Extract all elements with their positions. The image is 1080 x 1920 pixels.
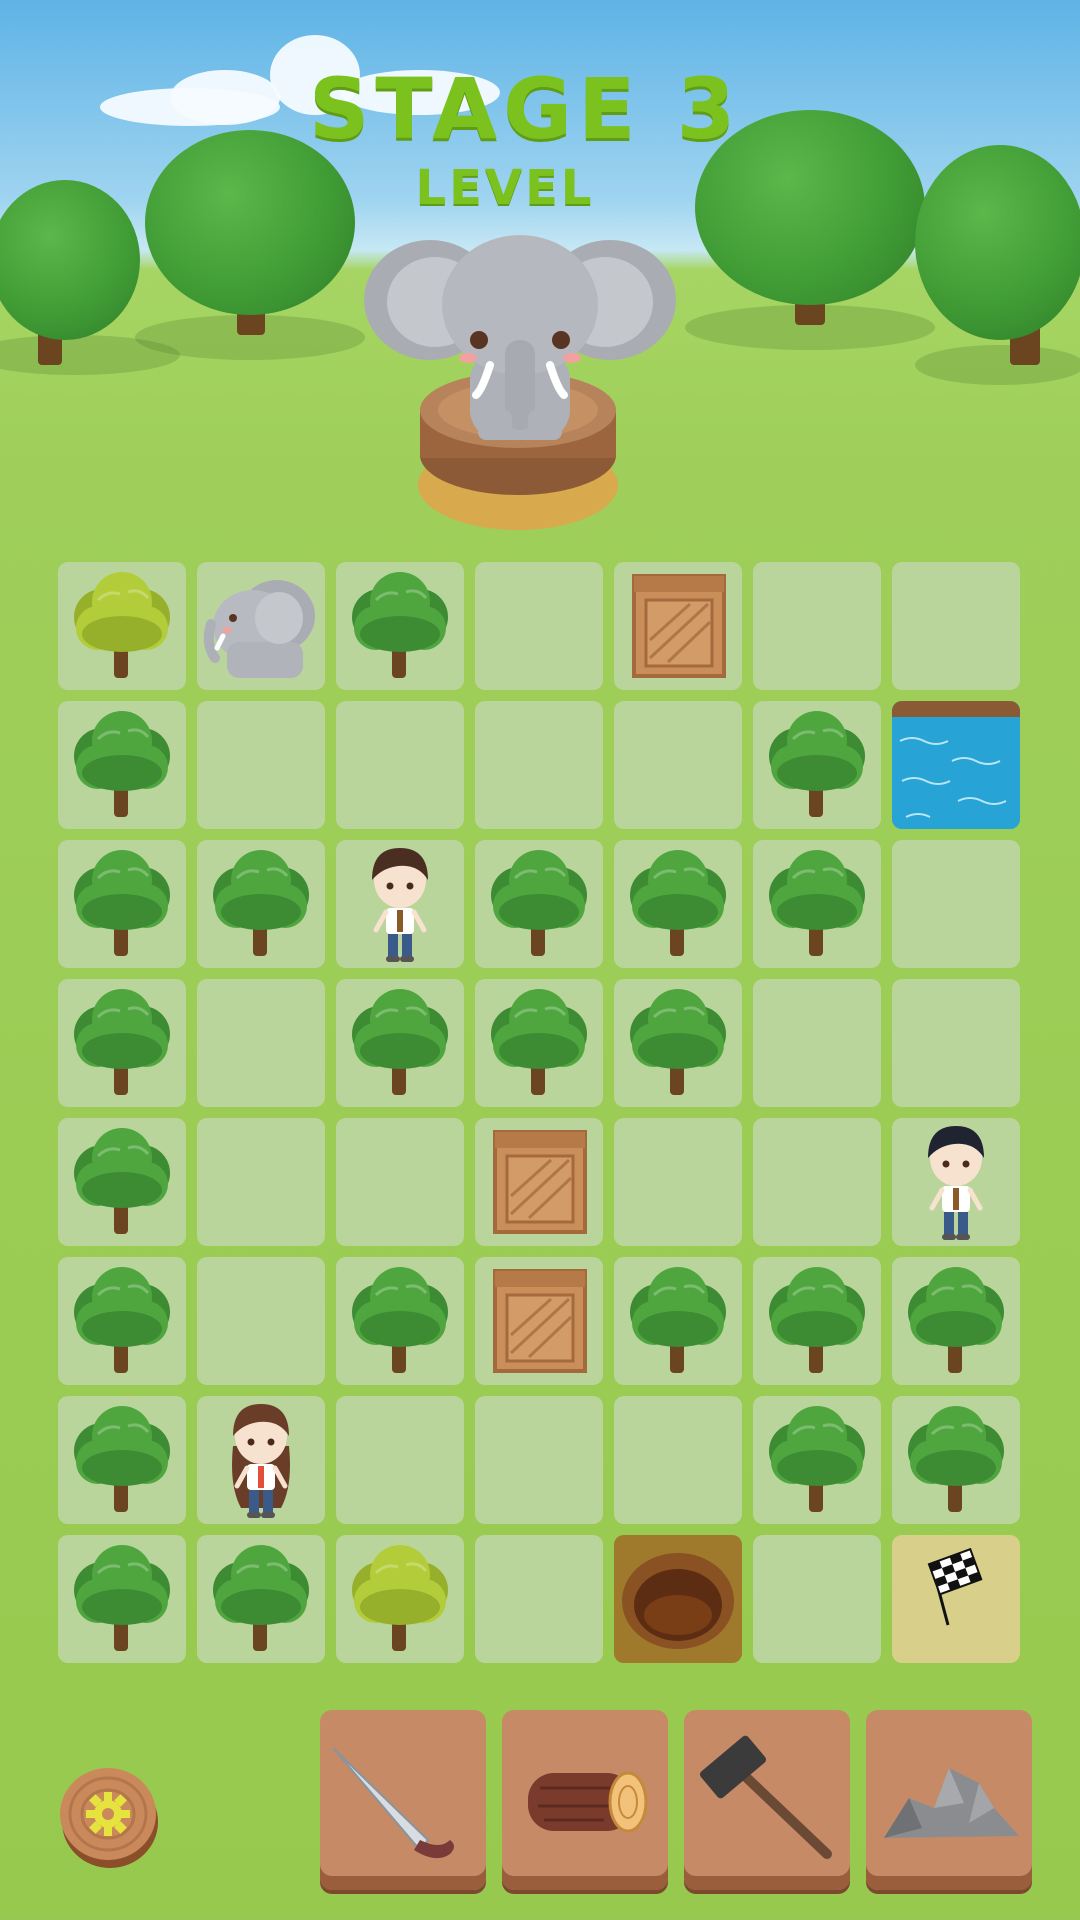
- tool-rocks-button[interactable]: [866, 1710, 1032, 1890]
- rocks-icon: [884, 1768, 1019, 1838]
- board-cell-r2-c5[interactable]: [614, 701, 742, 829]
- board-cell-r6-c2[interactable]: [197, 1257, 325, 1385]
- board-cell-r5-c5[interactable]: [614, 1118, 742, 1246]
- board-cell-r6-c5[interactable]: [614, 1257, 742, 1385]
- board-cell-r1-c7[interactable]: [892, 562, 1020, 690]
- board-cell-r8-c5[interactable]: [614, 1535, 742, 1663]
- board-cell-r3-c3[interactable]: [336, 840, 464, 968]
- elephant-on-pedestal-icon: [360, 230, 680, 540]
- board-cell-r2-c4[interactable]: [475, 701, 603, 829]
- board-cell-r1-c2[interactable]: [197, 562, 325, 690]
- board-cell-r7-c3[interactable]: [336, 1396, 464, 1524]
- machete-icon: [332, 1747, 454, 1859]
- board-cell-r5-c1[interactable]: [58, 1118, 186, 1246]
- board-cell-r7-c1[interactable]: [58, 1396, 186, 1524]
- board-cell-r3-c1[interactable]: [58, 840, 186, 968]
- board-cell-r8-c4[interactable]: [475, 1535, 603, 1663]
- stage-title: STAGE 3: [308, 60, 742, 158]
- board-cell-r8-c7[interactable]: [892, 1535, 1020, 1663]
- board-cell-r8-c3[interactable]: [336, 1535, 464, 1663]
- board-cell-r1-c4[interactable]: [475, 562, 603, 690]
- board-cell-r6-c1[interactable]: [58, 1257, 186, 1385]
- board-cell-r3-c5[interactable]: [614, 840, 742, 968]
- board-cell-r1-c3[interactable]: [336, 562, 464, 690]
- board-cell-r6-c3[interactable]: [336, 1257, 464, 1385]
- board-cell-r5-c3[interactable]: [336, 1118, 464, 1246]
- board-cell-r7-c2[interactable]: [197, 1396, 325, 1524]
- level-label: LEVEL: [415, 160, 595, 216]
- board-cell-r2-c2[interactable]: [197, 701, 325, 829]
- board-cell-r3-c2[interactable]: [197, 840, 325, 968]
- board-cell-r2-c7[interactable]: [892, 701, 1020, 829]
- settings-button[interactable]: [58, 1762, 160, 1870]
- tool-machete-button[interactable]: [320, 1710, 486, 1890]
- board-cell-r5-c2[interactable]: [197, 1118, 325, 1246]
- board-cell-r4-c1[interactable]: [58, 979, 186, 1107]
- board-cell-r7-c5[interactable]: [614, 1396, 742, 1524]
- board-cell-r7-c6[interactable]: [753, 1396, 881, 1524]
- board-cell-r5-c7[interactable]: [892, 1118, 1020, 1246]
- log-icon: [528, 1771, 648, 1833]
- board-cell-r6-c6[interactable]: [753, 1257, 881, 1385]
- board-cell-r4-c6[interactable]: [753, 979, 881, 1107]
- board-cell-r5-c4[interactable]: [475, 1118, 603, 1246]
- board-cell-r8-c6[interactable]: [753, 1535, 881, 1663]
- tool-log-button[interactable]: [502, 1710, 668, 1890]
- board-cell-r7-c7[interactable]: [892, 1396, 1020, 1524]
- board-cell-r8-c1[interactable]: [58, 1535, 186, 1663]
- board-cell-r1-c5[interactable]: [614, 562, 742, 690]
- board-cell-r4-c2[interactable]: [197, 979, 325, 1107]
- board-cell-r4-c7[interactable]: [892, 979, 1020, 1107]
- board-cell-r1-c6[interactable]: [753, 562, 881, 690]
- board-cell-r3-c4[interactable]: [475, 840, 603, 968]
- board-cell-r5-c6[interactable]: [753, 1118, 881, 1246]
- board-cell-r2-c6[interactable]: [753, 701, 881, 829]
- board-cell-r2-c3[interactable]: [336, 701, 464, 829]
- tool-hammer-button[interactable]: [684, 1710, 850, 1890]
- board-cell-r3-c7[interactable]: [892, 840, 1020, 968]
- hammer-icon: [699, 1735, 832, 1859]
- gear-icon: [60, 1768, 158, 1868]
- board-cell-r6-c4[interactable]: [475, 1257, 603, 1385]
- board-cell-r2-c1[interactable]: [58, 701, 186, 829]
- board-cell-r4-c5[interactable]: [614, 979, 742, 1107]
- board-cell-r6-c7[interactable]: [892, 1257, 1020, 1385]
- board-cell-r8-c2[interactable]: [197, 1535, 325, 1663]
- board-cell-r4-c3[interactable]: [336, 979, 464, 1107]
- board-cell-r3-c6[interactable]: [753, 840, 881, 968]
- board-cell-r7-c4[interactable]: [475, 1396, 603, 1524]
- board-cell-r4-c4[interactable]: [475, 979, 603, 1107]
- board-cell-r1-c1[interactable]: [58, 562, 186, 690]
